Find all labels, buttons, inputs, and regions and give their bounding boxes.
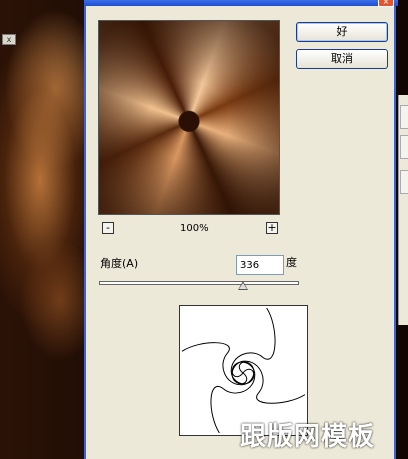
zoom-out-button[interactable]: -	[102, 222, 114, 234]
twirl-curve-1	[230, 307, 276, 385]
zoom-level: 100%	[180, 223, 209, 234]
zoom-in-button[interactable]: +	[266, 222, 278, 234]
filter-preview[interactable]	[98, 20, 280, 215]
twirl-dialog: × - 100% + 好 取消 角度(A) 度	[84, 0, 398, 459]
side-tool-1[interactable]	[400, 105, 408, 129]
angle-unit-label: 度	[286, 256, 297, 269]
preview-shade	[99, 21, 279, 214]
ok-button[interactable]: 好	[296, 22, 388, 42]
side-toolbar	[398, 95, 408, 325]
angle-label: 角度(A)	[100, 257, 139, 270]
dialog-titlebar[interactable]: ×	[84, 0, 398, 7]
side-tool-2[interactable]	[400, 135, 408, 159]
watermark-text: 跟版网模板	[240, 422, 376, 452]
angle-input[interactable]	[236, 255, 284, 275]
twirl-curve-4	[231, 360, 306, 404]
side-tool-3[interactable]	[400, 170, 408, 194]
twirl-curve-3	[181, 342, 255, 386]
dialog-close-icon[interactable]: ×	[378, 0, 394, 7]
angle-slider-thumb[interactable]	[238, 281, 248, 290]
angle-slider-track[interactable]	[99, 281, 299, 285]
cancel-button[interactable]: 取消	[296, 49, 388, 69]
document-close-icon[interactable]: x	[2, 34, 16, 45]
